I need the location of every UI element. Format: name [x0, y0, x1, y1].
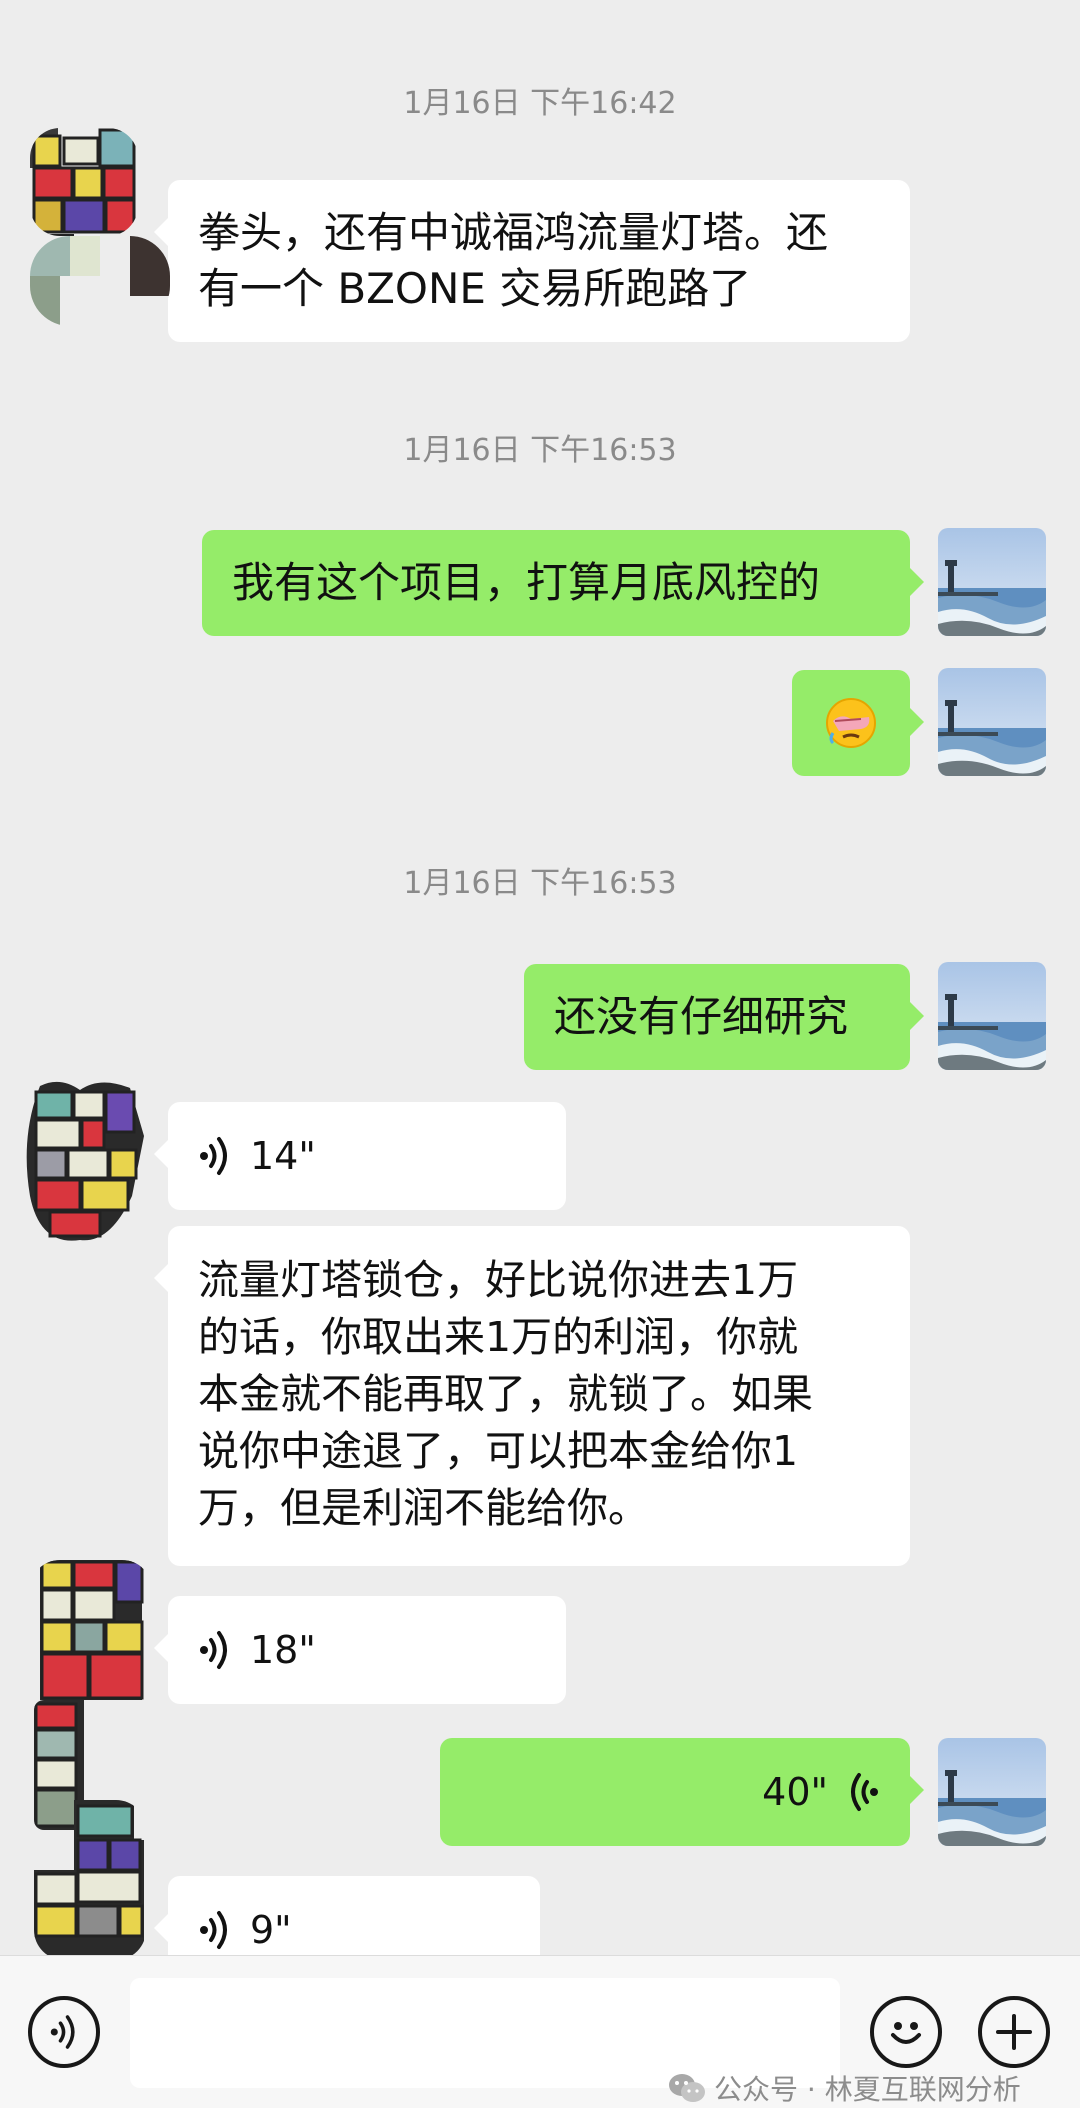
- timestamp: 1月16日 下午16:42: [403, 86, 677, 121]
- voice-duration: 18": [250, 1628, 316, 1672]
- plus-icon: [996, 2014, 1032, 2050]
- contact-avatar[interactable]: [20, 1076, 148, 1246]
- incoming-voice-message[interactable]: 14": [154, 1102, 566, 1210]
- facepalm-emoji-icon: [826, 698, 876, 748]
- voice-wave-icon: [50, 2015, 75, 2049]
- voice-duration: 9": [250, 1908, 292, 1952]
- smile-icon: [891, 2022, 921, 2044]
- chat-area[interactable]: 1月16日 下午16:42 拳头，还有中诚福鸿流量灯塔。还 有一个 BZONE …: [0, 0, 1080, 1955]
- emoji-button[interactable]: [870, 1996, 942, 2068]
- message-line: 我有这个项目，打算月底风控的: [232, 558, 821, 607]
- outgoing-text-message[interactable]: 还没有仔细研究: [524, 964, 924, 1070]
- contact-avatar-lower: [30, 236, 170, 326]
- avatar-mosaic-image: [30, 128, 138, 236]
- outgoing-emoji-message[interactable]: 😭: [792, 670, 924, 776]
- message-line: 有一个 BZONE 交易所跑路了: [198, 264, 752, 313]
- watermark-text: 公众号 · 林夏互联网分析: [714, 2073, 1021, 2106]
- message-line: 拳头，还有中诚福鸿流量灯塔。还: [198, 208, 829, 257]
- voice-wave-icon: [200, 1911, 227, 1949]
- outgoing-voice-message[interactable]: 40": [440, 1738, 924, 1846]
- voice-duration: 40": [762, 1770, 828, 1814]
- seaside-lighthouse-image: [938, 1738, 1046, 1846]
- voice-wave-icon: [200, 1137, 227, 1175]
- more-button[interactable]: [978, 1996, 1050, 2068]
- message-line: 万，但是利润不能给你。: [198, 1484, 649, 1532]
- voice-wave-icon: [200, 1631, 227, 1669]
- contact-avatar[interactable]: [34, 1800, 146, 1955]
- voice-toggle-button[interactable]: [28, 1996, 100, 2068]
- avatar-mosaic-image: [26, 1081, 145, 1241]
- voice-wave-icon: [851, 1773, 878, 1811]
- timestamp: 1月16日 下午16:53: [403, 433, 677, 468]
- message-line: 说你中途退了，可以把本金给你1: [198, 1427, 799, 1475]
- message-line: 的话，你取出来1万的利润，你就: [198, 1313, 799, 1361]
- my-avatar[interactable]: [938, 528, 1046, 636]
- incoming-text-message[interactable]: 拳头，还有中诚福鸿流量灯塔。还 有一个 BZONE 交易所跑路了: [154, 180, 910, 342]
- avatar-mosaic-image: [40, 1560, 144, 1700]
- incoming-text-message[interactable]: 流量灯塔锁仓，好比说你进去1万 的话，你取出来1万的利润，你就 本金就不能再取了…: [154, 1226, 910, 1566]
- seaside-lighthouse-image: [938, 528, 1046, 636]
- outgoing-text-message[interactable]: 我有这个项目，打算月底风控的: [202, 530, 924, 636]
- seaside-lighthouse-image: [938, 962, 1046, 1070]
- my-avatar[interactable]: [938, 668, 1046, 776]
- contact-avatar[interactable]: [30, 1560, 152, 1710]
- wechat-logo-icon: [669, 2074, 705, 2102]
- incoming-voice-message[interactable]: 9": [154, 1876, 540, 1955]
- message-line: 本金就不能再取了，就锁了。如果: [198, 1370, 813, 1418]
- my-avatar[interactable]: [938, 1738, 1046, 1846]
- my-avatar[interactable]: [938, 962, 1046, 1070]
- message-line: 流量灯塔锁仓，好比说你进去1万: [198, 1256, 799, 1304]
- watermark: 公众号 · 林夏互联网分析: [668, 2068, 1021, 2108]
- contact-avatar[interactable]: [30, 128, 138, 236]
- avatar-mosaic-image: [34, 1800, 144, 1955]
- incoming-voice-message[interactable]: 18": [154, 1596, 566, 1704]
- voice-duration: 14": [250, 1134, 316, 1178]
- timestamp: 1月16日 下午16:53: [403, 866, 677, 901]
- avatar-mosaic-image: [30, 236, 170, 326]
- seaside-lighthouse-image: [938, 668, 1046, 776]
- message-line: 还没有仔细研究: [554, 992, 849, 1041]
